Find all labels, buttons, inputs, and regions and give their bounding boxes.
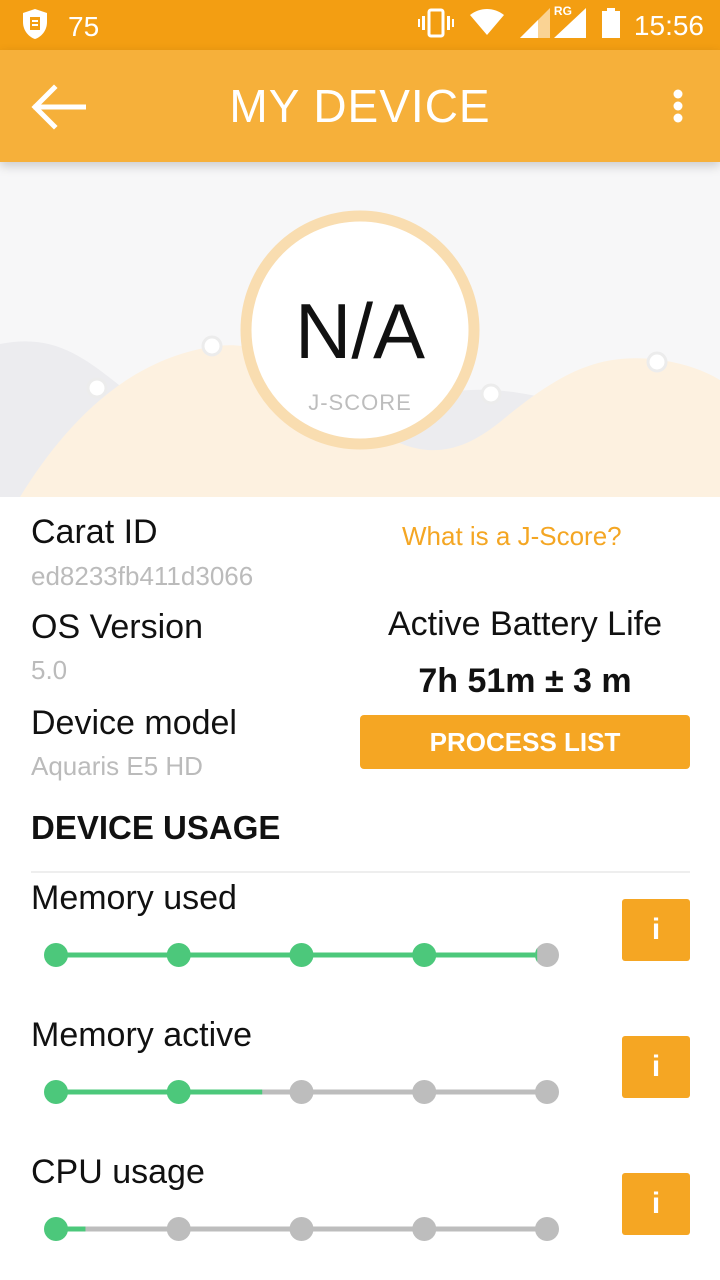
- slider-stop: [412, 1217, 437, 1241]
- wave-marker: [646, 351, 668, 373]
- more-vert-icon: [673, 89, 683, 123]
- slider-stop: [166, 1217, 191, 1241]
- process-list-button[interactable]: PROCESS LIST: [360, 715, 690, 769]
- clock: 15:56: [633, 9, 704, 41]
- status-bar: 75 RG 15:56: [0, 0, 720, 50]
- device-usage-title: DEVICE USAGE: [31, 809, 281, 846]
- slider-stop: [44, 1080, 68, 1104]
- battery-life-title: Active Battery Life: [387, 605, 662, 643]
- cpu-usage-info-button[interactable]: i: [622, 1173, 690, 1235]
- vibrate-icon: [417, 8, 454, 43]
- os-version-value: 5.0: [31, 655, 68, 685]
- slider-stop: [44, 1217, 68, 1241]
- battery-life-value: 7h 51m ± 3 m: [418, 662, 632, 700]
- memory-active-slider[interactable]: [44, 1077, 564, 1107]
- shield-icon: [22, 8, 48, 45]
- wave-marker: [86, 377, 108, 399]
- slider-stop: [535, 1217, 559, 1241]
- cpu-usage-label: CPU usage: [31, 1153, 205, 1191]
- app-bar: MY DEVICE: [0, 50, 720, 162]
- slider-stop: [412, 943, 437, 967]
- battery-icon: [601, 8, 620, 43]
- slider-stop: [289, 943, 314, 967]
- slider-stop: [289, 1217, 314, 1241]
- jscore-value: N/A: [294, 287, 426, 375]
- wave-marker: [480, 383, 502, 405]
- device-model-value: Aquaris E5 HD: [31, 751, 203, 781]
- os-version-label: OS Version: [31, 608, 203, 646]
- what-is-jscore-link[interactable]: What is a J-Score?: [402, 520, 622, 552]
- device-model-label: Device model: [31, 704, 237, 742]
- memory-active-info-button[interactable]: i: [622, 1036, 690, 1098]
- jscore-circle: N/A J-SCORE: [240, 210, 480, 450]
- wave-marker: [201, 335, 223, 357]
- overflow-menu-button[interactable]: [672, 88, 684, 128]
- network-label: RG: [553, 4, 572, 18]
- slider-stop: [166, 943, 191, 967]
- page-title: MY DEVICE: [229, 80, 491, 132]
- signal-icon: [519, 8, 550, 43]
- carat-id-value: ed8233fb411d3066: [31, 561, 254, 591]
- carat-id-label: Carat ID: [31, 513, 158, 551]
- divider: [31, 871, 690, 873]
- slider-stop: [166, 1080, 191, 1104]
- slider-stop: [412, 1080, 437, 1104]
- jscore-label: J-SCORE: [308, 390, 412, 415]
- slider-stop: [535, 1080, 559, 1104]
- signal-roaming-icon: RG: [553, 4, 586, 43]
- memory-used-info-button[interactable]: i: [622, 899, 690, 961]
- slider-stop: [289, 1080, 314, 1104]
- memory-active-label: Memory active: [31, 1016, 253, 1054]
- slider-stop: [535, 943, 559, 967]
- wifi-icon: [469, 9, 504, 42]
- memory-used-label: Memory used: [31, 879, 237, 917]
- cpu-usage-slider[interactable]: [44, 1214, 564, 1244]
- memory-used-slider[interactable]: [44, 940, 564, 970]
- slider-stop: [44, 943, 68, 967]
- notification-count: 75: [68, 10, 100, 42]
